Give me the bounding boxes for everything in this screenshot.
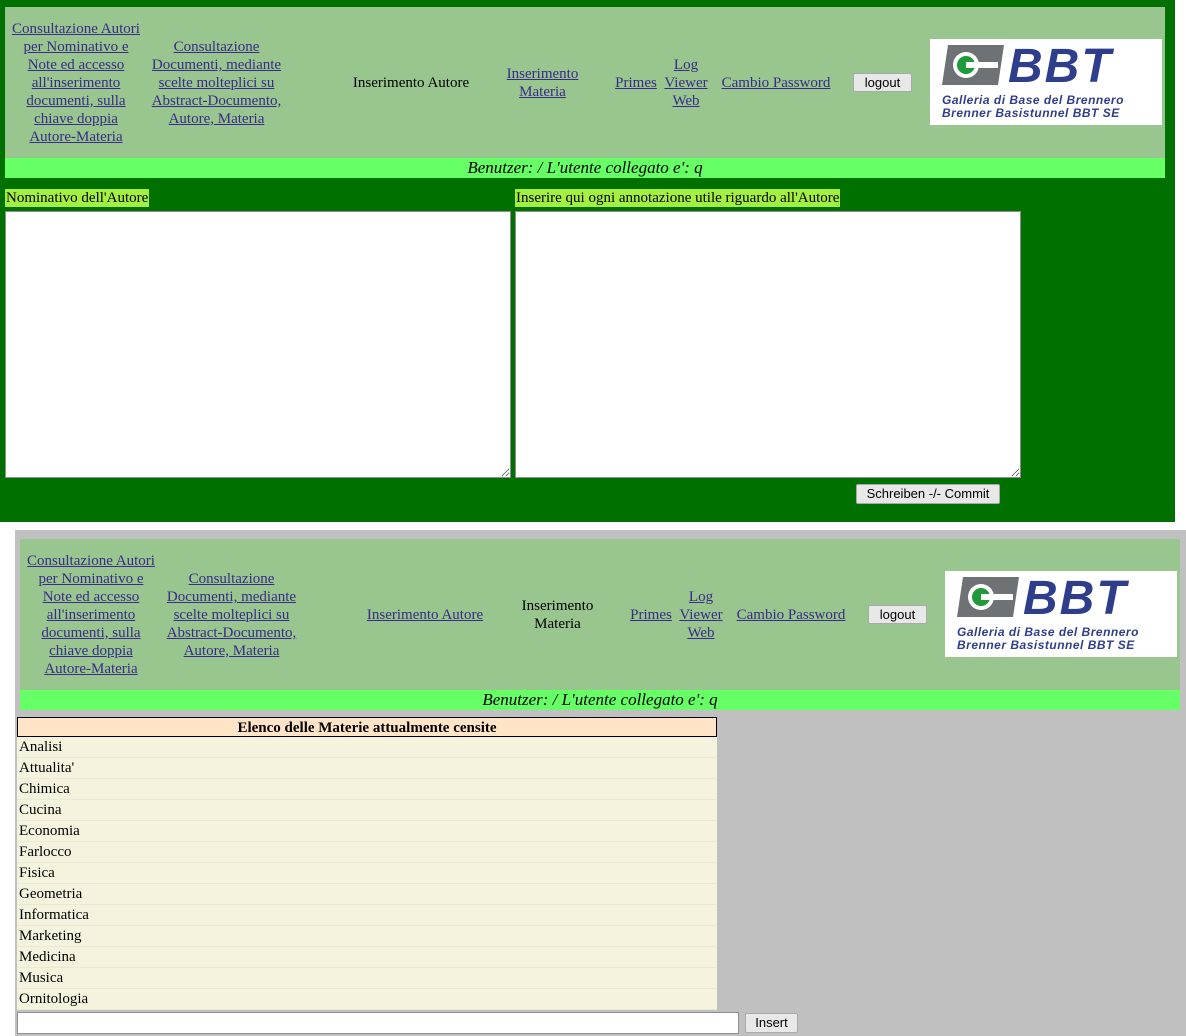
subjects-table: Elenco delle Materie attualmente censite… xyxy=(17,717,717,1010)
nav-header: Consultazione Autori per Nominativo e No… xyxy=(5,7,1165,158)
nav-cell-consult-autori: Consultazione Autori per Nominativo e No… xyxy=(11,9,141,157)
nav-cell-consult-documenti: Consultazione Documenti, mediante scelte… xyxy=(149,9,284,157)
bbt-logo-word: BBT xyxy=(1008,40,1113,93)
nav-cell-inserimento-autore: Inserimento Autore xyxy=(355,541,495,689)
bbt-logo-line2: Brenner Basistunnel BBT SE xyxy=(942,106,1120,120)
bbt-logo: BBT Galleria di Base del Brennero Brenne… xyxy=(945,571,1177,657)
nav-current-inserimento-materia: Inserimento Materia xyxy=(510,541,605,689)
user-status-bar: Benutzer: / L'utente collegato e': q xyxy=(5,158,1165,178)
insert-button[interactable]: Insert xyxy=(745,1013,798,1033)
author-notes-label: Inserire qui ogni annotazione utile rigu… xyxy=(515,189,841,207)
nav-current-inserimento-autore: Inserimento Autore xyxy=(335,9,487,157)
nav-cell-primes: Primes xyxy=(611,9,661,157)
table-row: Economia xyxy=(17,821,717,842)
nav-cell-consult-documenti: Consultazione Documenti, mediante scelte… xyxy=(164,541,299,689)
table-row: Geometria xyxy=(17,884,717,905)
nav-link-primes[interactable]: Primes xyxy=(615,74,657,92)
table-row: Analisi xyxy=(17,737,717,758)
table-row: Musica xyxy=(17,968,717,989)
nav-link-consult-autori[interactable]: Consultazione Autori per Nominativo e No… xyxy=(26,552,156,678)
nav-cell-consult-autori: Consultazione Autori per Nominativo e No… xyxy=(26,541,156,689)
commit-button[interactable]: Schreiben -/- Commit xyxy=(856,484,1000,504)
nav-current-label: Inserimento Autore xyxy=(352,75,470,91)
table-row: Cucina xyxy=(17,800,717,821)
author-name-label: Nominativo dell'Autore xyxy=(5,189,150,207)
logout-button[interactable]: logout xyxy=(868,605,927,624)
table-row: Farlocco xyxy=(17,842,717,863)
table-row: Fisica xyxy=(17,863,717,884)
nav-cell-cambio-password: Cambio Password xyxy=(729,541,853,689)
nav-cell-log-viewer: Log Viewer Web xyxy=(660,9,712,157)
table-row: Medicina xyxy=(17,947,717,968)
nav-cell-cambio-password: Cambio Password xyxy=(714,9,838,157)
nav-cell-log-viewer: Log Viewer Web xyxy=(675,541,727,689)
nav-link-log-viewer-web[interactable]: Log Viewer Web xyxy=(677,588,725,642)
user-status-bar: Benutzer: / L'utente collegato e': q xyxy=(20,690,1180,710)
nav-link-primes[interactable]: Primes xyxy=(630,606,672,624)
author-name-textarea[interactable] xyxy=(5,211,511,478)
bbt-logo-line1: Galleria di Base del Brennero xyxy=(942,93,1124,107)
nav-link-log-viewer-web[interactable]: Log Viewer Web xyxy=(662,56,710,110)
nav-link-consult-documenti[interactable]: Consultazione Documenti, mediante scelte… xyxy=(149,38,284,128)
nav-current-label: Inserimento Materia xyxy=(521,598,594,632)
bbt-logo-word: BBT xyxy=(1023,572,1128,625)
subjects-table-body: Analisi Attualita' Chimica Cucina Economia Fa… xyxy=(17,737,717,1010)
nav-link-consult-documenti[interactable]: Consultazione Documenti, mediante scelte… xyxy=(164,570,299,660)
table-row: Ornitologia xyxy=(17,989,717,1010)
nav-cell-inserimento-materia: Inserimento Materia xyxy=(495,9,590,157)
table-row: Informatica xyxy=(17,905,717,926)
bbt-logo-mark-icon xyxy=(942,45,1004,85)
subjects-table-header: Elenco delle Materie attualmente censite xyxy=(17,717,717,737)
author-notes-textarea[interactable] xyxy=(515,211,1021,478)
nav-link-cambio-password[interactable]: Cambio Password xyxy=(737,606,846,624)
nav-header: Consultazione Autori per Nominativo e No… xyxy=(20,539,1180,690)
bbt-logo-line1: Galleria di Base del Brennero xyxy=(957,625,1139,639)
table-row: Chimica xyxy=(17,779,717,800)
bbt-logo-mark-icon xyxy=(957,577,1019,617)
bbt-logo-line2: Brenner Basistunnel BBT SE xyxy=(957,638,1135,652)
nav-cell-primes: Primes xyxy=(626,541,676,689)
nav-link-inserimento-autore[interactable]: Inserimento Autore xyxy=(367,606,483,624)
nav-link-inserimento-materia[interactable]: Inserimento Materia xyxy=(503,65,583,101)
table-row: Attualita' xyxy=(17,758,717,779)
nav-link-consult-autori[interactable]: Consultazione Autori per Nominativo e No… xyxy=(11,20,141,146)
bbt-logo: BBT Galleria di Base del Brennero Brenne… xyxy=(930,39,1162,125)
author-insert-page: Consultazione Autori per Nominativo e No… xyxy=(0,0,1175,522)
logout-button[interactable]: logout xyxy=(853,73,912,92)
nav-link-cambio-password[interactable]: Cambio Password xyxy=(722,74,831,92)
new-subject-input[interactable] xyxy=(17,1012,739,1034)
subject-insert-page: Consultazione Autori per Nominativo e No… xyxy=(15,530,1186,1036)
table-row: Marketing xyxy=(17,926,717,947)
